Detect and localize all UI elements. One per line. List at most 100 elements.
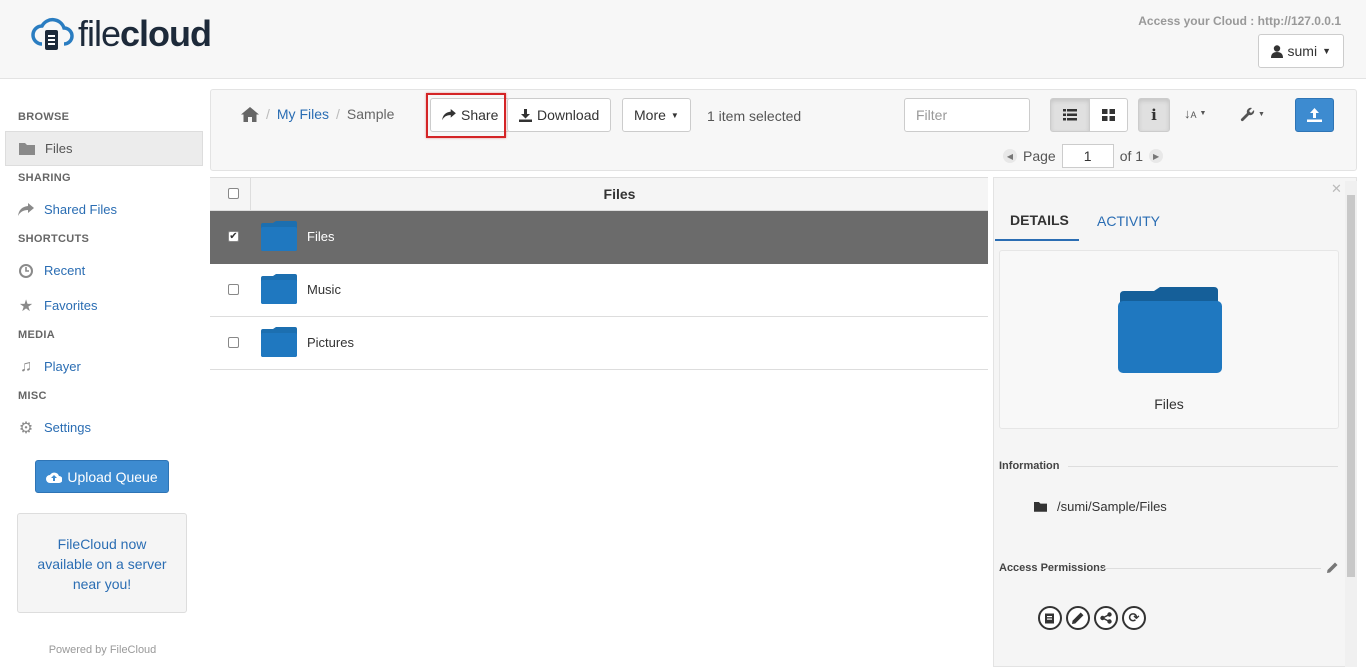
promo-line: near you! xyxy=(72,576,132,592)
file-row[interactable]: Pictures xyxy=(210,317,988,370)
file-list-header: Files xyxy=(210,177,988,211)
caret-down-icon: ▼ xyxy=(1258,111,1265,118)
file-path: /sumi/Sample/Files xyxy=(1034,499,1167,514)
sidebar-item-label: Player xyxy=(44,359,81,374)
section-misc: MISC xyxy=(18,390,47,402)
sidebar-item-label: Settings xyxy=(44,420,91,435)
promo-line: FileCloud now xyxy=(57,536,147,552)
page-number-input[interactable] xyxy=(1061,144,1114,168)
share-arrow-icon xyxy=(18,202,34,218)
upload-queue-label: Upload Queue xyxy=(67,468,158,485)
next-page-icon[interactable]: ▶ xyxy=(1149,149,1164,163)
more-label: More xyxy=(634,107,666,123)
breadcrumb-separator: / xyxy=(266,106,270,122)
tab-details[interactable]: DETAILS xyxy=(995,210,1079,241)
prev-page-icon[interactable]: ◀ xyxy=(1003,149,1017,163)
file-list: Files ✔ Files Music Pictures xyxy=(210,177,988,370)
sidebar-item-recent[interactable]: Recent xyxy=(5,253,203,288)
details-scrollbar[interactable] xyxy=(1345,181,1357,667)
file-name[interactable]: Music xyxy=(307,282,341,297)
tools-button[interactable]: ▼ xyxy=(1240,107,1265,122)
wrench-icon xyxy=(1240,107,1255,122)
user-icon xyxy=(1270,44,1283,58)
row-checkbox[interactable]: ✔ xyxy=(228,231,239,242)
promo-box[interactable]: FileCloud now available on a server near… xyxy=(17,513,187,613)
caret-down-icon: ▼ xyxy=(670,110,679,120)
filecloud-logo[interactable]: filecloud xyxy=(30,13,212,54)
section-media: MEDIA xyxy=(18,329,55,341)
cloud-upload-icon xyxy=(46,472,63,483)
home-icon[interactable] xyxy=(241,106,259,122)
sidebar-item-shared-files[interactable]: Shared Files xyxy=(5,192,203,227)
download-label: Download xyxy=(537,107,600,123)
list-view-button[interactable] xyxy=(1050,98,1090,132)
row-checkbox[interactable] xyxy=(228,284,239,295)
grid-view-button[interactable] xyxy=(1089,98,1128,132)
folder-icon xyxy=(19,141,35,157)
grid-view-icon xyxy=(1102,109,1115,121)
scrollbar-thumb[interactable] xyxy=(1347,195,1355,577)
file-name[interactable]: Files xyxy=(307,229,334,244)
list-view-icon xyxy=(1063,109,1077,121)
file-name[interactable]: Pictures xyxy=(307,335,354,350)
more-button[interactable]: More ▼ xyxy=(622,98,691,132)
toolbar-panel: / My Files / Sample xyxy=(210,89,1357,171)
star-icon: ★ xyxy=(18,297,34,315)
breadcrumb-separator: / xyxy=(336,106,340,122)
powered-by-text: Powered by FileCloud xyxy=(48,644,157,656)
user-name: sumi xyxy=(1287,43,1318,59)
logo-text: filecloud xyxy=(78,13,212,54)
user-menu-button[interactable]: sumi ▼ xyxy=(1257,34,1344,68)
large-folder-icon xyxy=(1118,287,1222,373)
breadcrumb-current: Sample xyxy=(346,106,395,122)
sidebar-item-label: Favorites xyxy=(44,298,98,313)
read-permission-icon xyxy=(1038,606,1062,630)
sidebar-item-label: Files xyxy=(45,141,73,156)
promo-line: available on a server xyxy=(37,556,167,572)
info-toggle-button[interactable]: i xyxy=(1138,98,1170,132)
clock-icon xyxy=(18,263,34,279)
music-note-icon: ♫ xyxy=(20,357,32,375)
sort-alpha-icon: ↓A xyxy=(1184,106,1197,121)
close-icon[interactable]: ✕ xyxy=(1331,181,1342,197)
pagination: ◀ Page of 1 ▶ xyxy=(1003,144,1164,168)
divider xyxy=(1068,466,1338,467)
upload-queue-button[interactable]: Upload Queue xyxy=(35,460,169,493)
row-checkbox[interactable] xyxy=(228,337,239,348)
section-shortcuts: SHORTCUTS xyxy=(18,233,90,245)
share-permission-icon xyxy=(1094,606,1118,630)
breadcrumb: / My Files / Sample xyxy=(241,106,394,122)
file-row[interactable]: ✔ Files xyxy=(210,211,988,264)
sidebar-item-settings[interactable]: ⚙ Settings xyxy=(5,410,203,445)
information-heading: Information xyxy=(999,460,1060,472)
upload-button[interactable] xyxy=(1295,98,1334,132)
tab-activity[interactable]: ACTIVITY xyxy=(1097,210,1160,229)
sidebar-item-player[interactable]: ♫ Player xyxy=(5,349,203,384)
pencil-icon[interactable] xyxy=(1327,562,1338,573)
section-browse: BROWSE xyxy=(18,111,70,123)
cloud-logo-icon xyxy=(31,17,74,50)
folder-icon xyxy=(261,221,297,251)
file-path-text: /sumi/Sample/Files xyxy=(1057,499,1167,514)
caret-down-icon: ▼ xyxy=(1199,110,1207,117)
filter-input[interactable] xyxy=(904,98,1030,132)
access-url-text: Access your Cloud : http://127.0.0.1 xyxy=(1138,14,1341,28)
file-row[interactable]: Music xyxy=(210,264,988,317)
column-header-files[interactable]: Files xyxy=(250,178,988,210)
section-sharing: SHARING xyxy=(18,172,71,184)
select-all-checkbox[interactable] xyxy=(228,188,239,199)
download-button[interactable]: Download xyxy=(507,98,612,132)
share-highlight-box xyxy=(426,93,506,138)
sidebar: BROWSE Files SHARING Shared Files SHORTC… xyxy=(0,79,210,667)
divider xyxy=(1103,568,1321,569)
sort-button[interactable]: ↓A ▼ xyxy=(1184,106,1206,121)
breadcrumb-my-files[interactable]: My Files xyxy=(277,106,329,122)
gear-icon: ⚙ xyxy=(18,419,34,437)
sidebar-item-favorites[interactable]: ★ Favorites xyxy=(5,288,203,323)
info-icon: i xyxy=(1151,106,1157,124)
folder-icon xyxy=(261,274,297,304)
edit-permission-icon xyxy=(1066,606,1090,630)
permission-icons: ⟳ xyxy=(1038,606,1146,630)
sidebar-item-files[interactable]: Files xyxy=(5,131,203,166)
folder-icon xyxy=(261,327,297,357)
